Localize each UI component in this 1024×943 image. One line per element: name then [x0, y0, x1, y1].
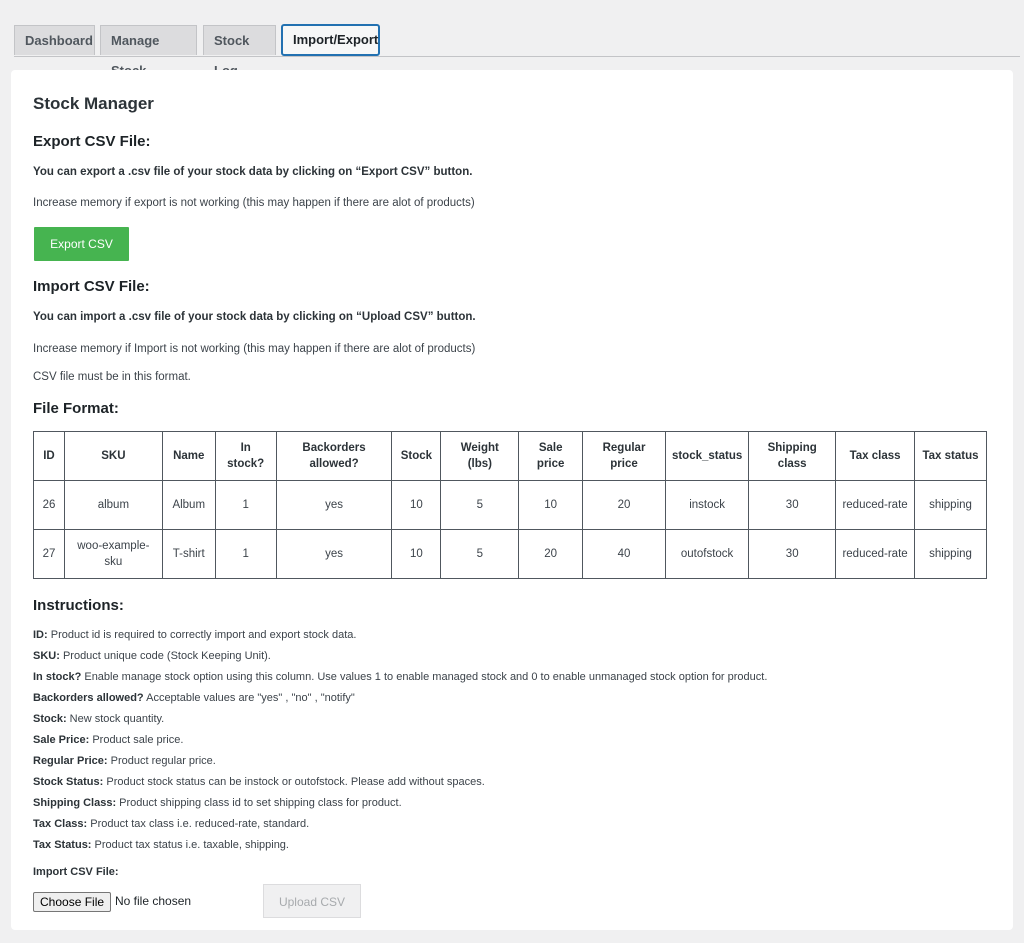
table-cell: 26 — [33, 480, 65, 530]
table-cell: 1 — [214, 480, 277, 530]
column-header: ID — [33, 431, 65, 481]
column-header: SKU — [63, 431, 163, 481]
instruction-sale-price: Sale Price: Product sale price. — [33, 734, 183, 746]
column-header: Name — [161, 431, 216, 481]
table-cell: T-shirt — [161, 529, 216, 579]
export-heading: Export CSV File: — [33, 133, 151, 150]
column-header: stock_status — [664, 431, 750, 481]
table-cell: 20 — [582, 480, 666, 530]
column-header: Weight (lbs) — [440, 431, 520, 481]
table-cell: reduced-rate — [835, 480, 915, 530]
table-cell: instock — [664, 480, 750, 530]
export-description: You can export a .csv file of your stock… — [33, 166, 473, 178]
column-header: Sale price — [518, 431, 584, 481]
instruction-shipping-class: Shipping Class: Product shipping class i… — [33, 797, 402, 809]
import-heading: Import CSV File: — [33, 278, 150, 295]
instruction-text: Product regular price. — [107, 755, 216, 767]
tab-stock-log[interactable]: Stock Log — [203, 25, 276, 78]
instruction-term: Backorders allowed? — [33, 692, 144, 704]
nav-tabs: Dashboard Manage Stock Stock Log Import/… — [14, 24, 1020, 78]
table-cell: reduced-rate — [835, 529, 915, 579]
table-cell: 10 — [518, 480, 584, 530]
instruction-text: Product shipping class id to set shippin… — [116, 797, 402, 809]
instruction-term: Tax Status: — [33, 839, 92, 851]
instruction-text: Product tax class i.e. reduced-rate, sta… — [87, 818, 310, 830]
table-cell: 20 — [518, 529, 584, 579]
instruction-term: Stock: — [33, 713, 67, 725]
instruction-stock-status: Stock Status: Product stock status can b… — [33, 776, 485, 788]
column-header: Stock — [391, 431, 442, 481]
instruction-in-stock: In stock? Enable manage stock option usi… — [33, 671, 767, 683]
column-header: In stock? — [214, 431, 277, 481]
table-cell: yes — [275, 480, 393, 530]
table-row: 27 woo-example-sku T-shirt 1 yes 10 5 20… — [33, 529, 987, 579]
instruction-regular-price: Regular Price: Product regular price. — [33, 755, 216, 767]
table-cell: album — [63, 480, 163, 530]
instruction-term: Regular Price: — [33, 755, 108, 767]
export-memory-note: Increase memory if export is not working… — [33, 197, 475, 209]
table-cell: shipping — [914, 529, 987, 579]
page-title: Stock Manager — [33, 94, 154, 113]
content-card: Stock Manager Export CSV File: You can e… — [11, 70, 1013, 930]
column-header: Tax class — [835, 431, 915, 481]
table-cell: yes — [275, 529, 393, 579]
instruction-text: New stock quantity. — [66, 713, 165, 725]
file-format-heading: File Format: — [33, 400, 119, 417]
table-row: 26 album Album 1 yes 10 5 10 20 instock … — [33, 480, 987, 530]
instruction-text: Product tax status i.e. taxable, shippin… — [91, 839, 289, 851]
export-csv-button[interactable]: Export CSV — [34, 227, 129, 261]
table-cell: 5 — [440, 529, 520, 579]
instruction-tax-status: Tax Status: Product tax status i.e. taxa… — [33, 839, 289, 851]
instruction-tax-class: Tax Class: Product tax class i.e. reduce… — [33, 818, 309, 830]
table-cell: Album — [161, 480, 216, 530]
instruction-term: In stock? — [33, 671, 82, 683]
table-cell: shipping — [914, 480, 987, 530]
import-file-label: Import CSV File: — [33, 866, 119, 878]
table-cell: 10 — [391, 529, 442, 579]
column-header: Regular price — [582, 431, 666, 481]
upload-csv-button[interactable]: Upload CSV — [263, 884, 361, 918]
instruction-backorders: Backorders allowed? Acceptable values ar… — [33, 692, 355, 704]
instruction-text: Product stock status can be instock or o… — [103, 776, 485, 788]
table-cell: 5 — [440, 480, 520, 530]
instruction-text: Acceptable values are "yes" , "no" , "no… — [143, 692, 355, 704]
table-cell: 30 — [748, 480, 837, 530]
table-cell: outofstock — [664, 529, 750, 579]
table-cell: 10 — [391, 480, 442, 530]
table-header-row: ID SKU Name In stock? Backorders allowed… — [33, 431, 987, 481]
tab-dashboard[interactable]: Dashboard — [14, 25, 95, 55]
format-note: CSV file must be in this format. — [33, 371, 191, 383]
choose-file-button[interactable]: Choose File — [33, 892, 112, 912]
column-header: Backorders allowed? — [275, 431, 393, 481]
instruction-term: ID: — [33, 629, 48, 641]
column-header: Tax status — [914, 431, 987, 481]
instruction-text: Product unique code (Stock Keeping Unit)… — [59, 650, 271, 662]
file-format-table: ID SKU Name In stock? Backorders allowed… — [33, 431, 987, 579]
instruction-term: Stock Status: — [33, 776, 104, 788]
import-description: You can import a .csv file of your stock… — [33, 311, 476, 323]
instruction-term: Sale Price: — [33, 734, 90, 746]
instruction-term: Shipping Class: — [33, 797, 117, 809]
tab-manage-stock[interactable]: Manage Stock — [100, 25, 197, 78]
tab-import-export[interactable]: Import/Export — [281, 24, 380, 56]
instruction-term: SKU: — [33, 650, 60, 662]
table-cell: 30 — [748, 529, 837, 579]
instruction-sku: SKU: Product unique code (Stock Keeping … — [33, 650, 271, 662]
instruction-term: Tax Class: — [33, 818, 88, 830]
import-memory-note: Increase memory if Import is not working… — [33, 343, 476, 355]
no-file-chosen-text: No file chosen — [115, 894, 192, 908]
table-cell: 40 — [582, 529, 666, 579]
instruction-text: Product sale price. — [89, 734, 184, 746]
column-header: Shipping class — [748, 431, 837, 481]
table-cell: woo-example-sku — [63, 529, 163, 579]
instruction-text: Product id is required to correctly impo… — [47, 629, 357, 641]
instruction-id: ID: Product id is required to correctly … — [33, 629, 356, 641]
instruction-stock: Stock: New stock quantity. — [33, 713, 164, 725]
table-cell: 27 — [33, 529, 65, 579]
table-cell: 1 — [214, 529, 277, 579]
instructions-heading: Instructions: — [33, 597, 124, 614]
instruction-text: Enable manage stock option using this co… — [81, 671, 768, 683]
